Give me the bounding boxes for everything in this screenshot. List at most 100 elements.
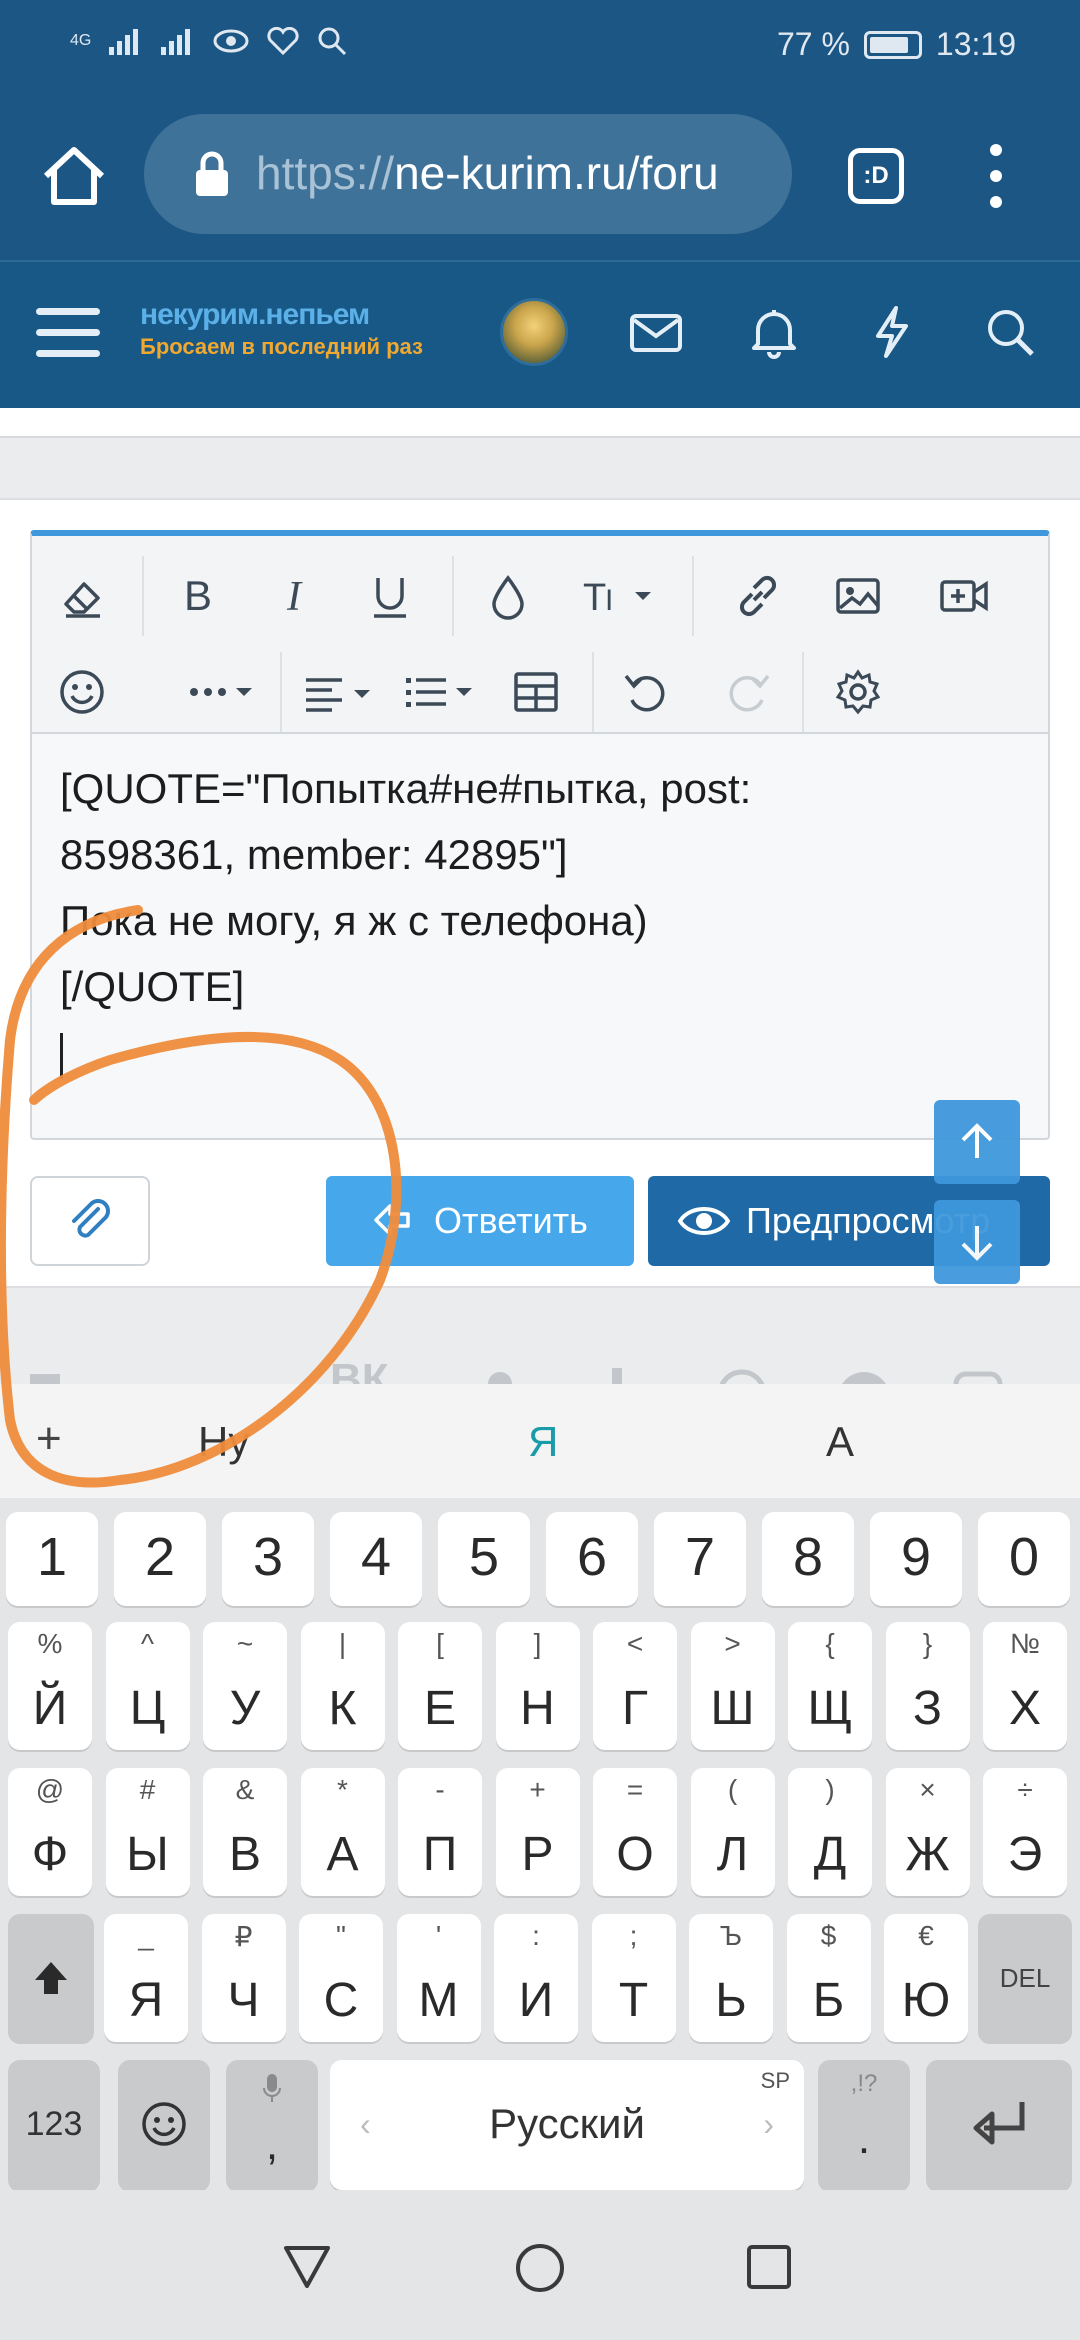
- key-letter[interactable]: ^ Ц: [105, 1622, 190, 1750]
- key-letter[interactable]: | К: [300, 1622, 385, 1750]
- key-letter[interactable]: × Ж: [885, 1768, 970, 1896]
- smiley-icon[interactable]: [42, 652, 122, 732]
- key-secondary-label: $: [820, 1920, 837, 1951]
- suggestion-item[interactable]: Я: [528, 1418, 558, 1466]
- emoji-key[interactable]: [118, 2060, 210, 2190]
- key-label: Ш: [710, 1682, 755, 1735]
- key-letter[interactable]: % Й: [8, 1622, 92, 1750]
- link-icon[interactable]: [718, 556, 798, 636]
- key-letter[interactable]: ₽ Ч: [201, 1914, 286, 2042]
- key-letter[interactable]: ~ У: [203, 1622, 287, 1750]
- undo-icon[interactable]: [606, 652, 686, 732]
- key-letter[interactable]: = О: [593, 1768, 677, 1896]
- logo-tagline: Бросаем в последний раз: [140, 334, 423, 359]
- bell-icon[interactable]: [744, 302, 804, 362]
- browser-menu-icon[interactable]: [976, 144, 1016, 208]
- font-size-dropdown[interactable]: TI: [564, 556, 674, 636]
- key-letter[interactable]: :И: [494, 1914, 578, 2042]
- align-dropdown[interactable]: [290, 652, 390, 732]
- suggestion-item[interactable]: А: [826, 1418, 854, 1466]
- underline-icon[interactable]: [350, 556, 430, 636]
- scroll-to-top-button[interactable]: [934, 1100, 1020, 1184]
- inbox-icon[interactable]: [626, 302, 686, 362]
- key-letter[interactable]: № Х: [983, 1622, 1067, 1750]
- key-5[interactable]: 5: [438, 1512, 530, 1606]
- image-icon[interactable]: [818, 556, 898, 636]
- microphone-icon: [263, 2074, 281, 2102]
- key-letter[interactable]: ; Т: [591, 1914, 676, 2042]
- key-label: Г: [622, 1682, 648, 1735]
- key-letter[interactable]: } З: [885, 1622, 970, 1750]
- key-letter[interactable]: " С: [299, 1914, 383, 2042]
- enter-key[interactable]: [926, 2060, 1072, 2190]
- key-letter[interactable]: @ Ф: [8, 1768, 92, 1896]
- key-letter[interactable]: (Л: [690, 1768, 775, 1896]
- back-icon[interactable]: [282, 2244, 332, 2290]
- search-icon[interactable]: [980, 302, 1040, 362]
- bold-icon[interactable]: B: [158, 556, 238, 636]
- key-letter[interactable]: & В: [203, 1768, 287, 1896]
- plus-icon[interactable]: +: [36, 1414, 62, 1464]
- scroll-to-bottom-button[interactable]: [934, 1200, 1020, 1284]
- key-letter[interactable]: # Ы: [105, 1768, 190, 1896]
- clear-formatting-icon[interactable]: [42, 556, 122, 636]
- comma-key[interactable]: ,: [226, 2060, 318, 2190]
- hamburger-menu-icon[interactable]: [36, 304, 100, 362]
- key-1[interactable]: 1: [6, 1512, 98, 1606]
- recents-icon[interactable]: [746, 2244, 792, 2290]
- tabs-button[interactable]: :D: [848, 148, 904, 204]
- previous-post-edge: [0, 408, 1080, 438]
- key-6[interactable]: 6: [546, 1512, 638, 1606]
- media-icon[interactable]: [924, 556, 1004, 636]
- table-icon[interactable]: [496, 652, 576, 732]
- suggestion-item[interactable]: Ну: [198, 1418, 249, 1466]
- key-letter[interactable]: ' М: [396, 1914, 481, 2042]
- key-4[interactable]: 4: [330, 1512, 422, 1606]
- key-letter[interactable]: * А: [300, 1768, 385, 1896]
- key-3[interactable]: 3: [222, 1512, 314, 1606]
- key-8[interactable]: 8: [762, 1512, 854, 1606]
- key-letter[interactable]: + Р: [495, 1768, 580, 1896]
- key-9[interactable]: 9: [870, 1512, 962, 1606]
- delete-key[interactable]: DEL: [978, 1914, 1072, 2042]
- key-label: Й: [32, 1682, 68, 1735]
- key-label: Х: [1008, 1682, 1041, 1735]
- key-letter[interactable]: $ Б: [786, 1914, 871, 2042]
- avatar[interactable]: [500, 298, 568, 366]
- period-key[interactable]: .,!?: [818, 2060, 910, 2190]
- reply-icon: [374, 1204, 410, 1236]
- key-2[interactable]: 2: [114, 1512, 206, 1606]
- home-circle-icon[interactable]: [514, 2242, 566, 2294]
- logo-title: некурим.непьем: [140, 298, 370, 331]
- list-dropdown[interactable]: [392, 652, 492, 732]
- key-letter[interactable]: < Г: [593, 1622, 677, 1750]
- key-letter[interactable]: ЪЬ: [689, 1914, 773, 2042]
- lightning-icon[interactable]: [862, 302, 922, 362]
- space-key[interactable]: Русский SP ‹ ›: [330, 2060, 804, 2190]
- home-icon[interactable]: [40, 142, 108, 210]
- key-secondary-label: Ъ: [719, 1920, 743, 1951]
- key-letter[interactable]: > Ш: [690, 1622, 775, 1750]
- site-logo[interactable]: некурим.непьем Бросаем в последний раз: [140, 298, 423, 360]
- key-letter[interactable]: -П: [398, 1768, 482, 1896]
- message-textarea[interactable]: [QUOTE="Попытка#не#пытка, post: 8598361,…: [32, 736, 1048, 1136]
- key-0[interactable]: 0: [978, 1512, 1070, 1606]
- italic-icon[interactable]: I: [254, 556, 334, 636]
- key-letter[interactable]: € Ю: [884, 1914, 968, 2042]
- key-letter[interactable]: ÷ Э: [983, 1768, 1067, 1896]
- text-color-icon[interactable]: [468, 556, 548, 636]
- key-7[interactable]: 7: [654, 1512, 746, 1606]
- key-letter[interactable]: _ Я: [104, 1914, 188, 2042]
- more-options-icon[interactable]: [174, 652, 274, 732]
- key-letter[interactable]: {Щ: [788, 1622, 872, 1750]
- address-bar[interactable]: https://ne-kurim.ru/foru: [144, 114, 792, 234]
- toolbar-divider: [280, 652, 282, 732]
- shift-key[interactable]: [8, 1914, 94, 2042]
- gear-icon[interactable]: [818, 652, 898, 732]
- reply-button[interactable]: Ответить: [326, 1176, 634, 1266]
- numbers-toggle-key[interactable]: 123: [8, 2060, 100, 2190]
- key-letter[interactable]: [Е: [398, 1622, 482, 1750]
- key-letter[interactable]: ] Н: [495, 1622, 580, 1750]
- key-letter[interactable]: ) Д: [788, 1768, 872, 1896]
- attach-files-button[interactable]: [30, 1176, 150, 1266]
